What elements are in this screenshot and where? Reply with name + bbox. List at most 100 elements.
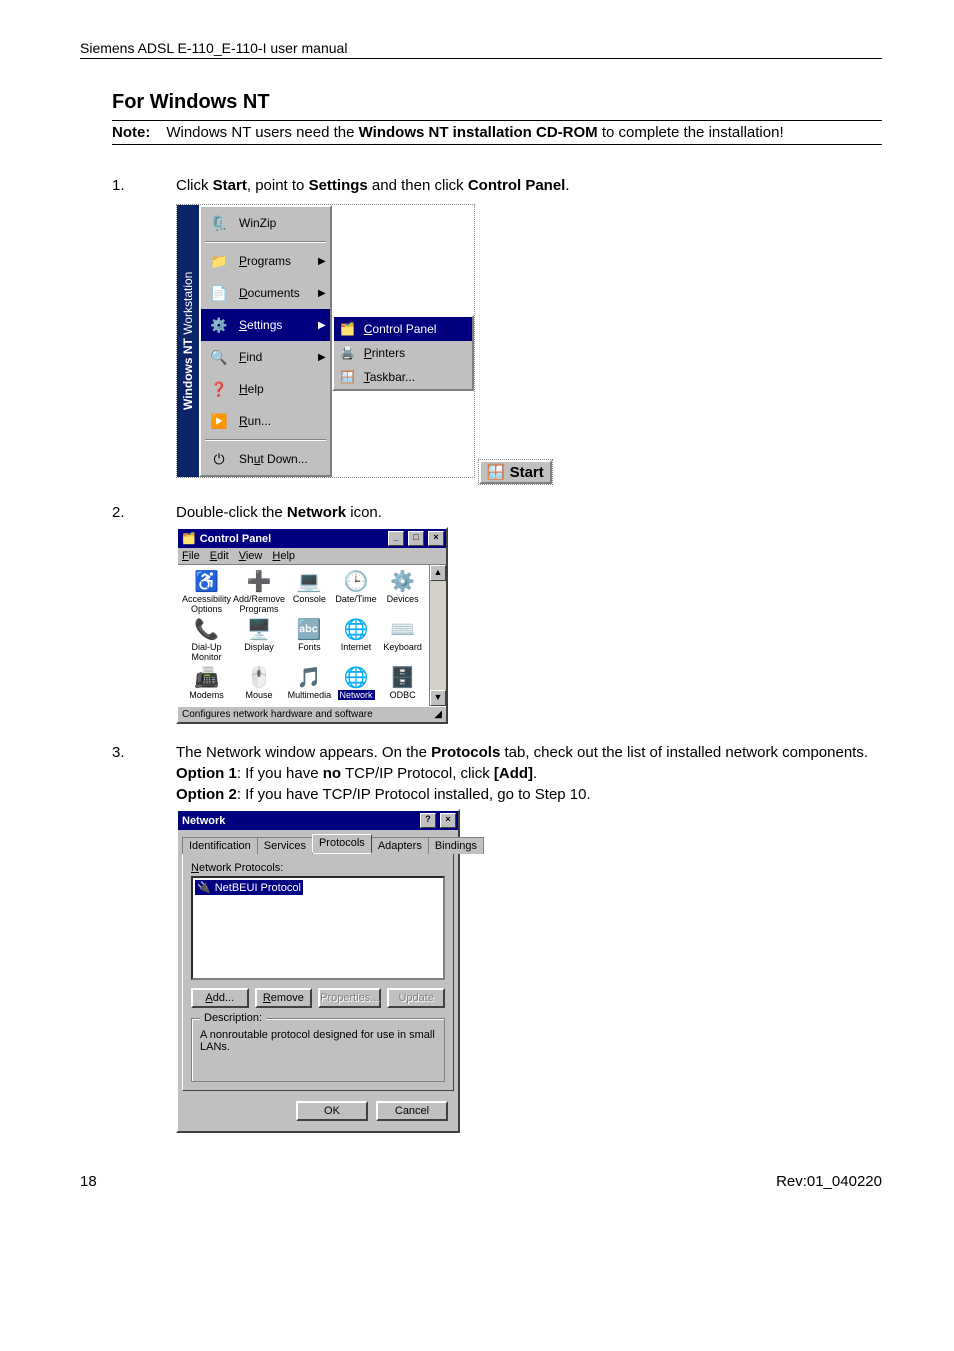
help-button[interactable]: ? [420,813,436,828]
protocols-listbox[interactable]: 🔌 NetBEUI Protocol [191,876,445,980]
step-1-text: Click Start, point to Settings and then … [176,177,882,194]
start-button[interactable]: 🪟 Start [479,460,552,484]
cp-icon-network[interactable]: 🌐Network [334,667,379,701]
page-number: 18 [80,1173,97,1190]
status-bar: Configures network hardware and software… [178,706,446,722]
status-text: Configures network hardware and software [182,709,373,720]
description-text: A nonroutable protocol designed for use … [200,1029,435,1053]
taskbar-icon: 🪟 [340,369,356,385]
cp-icon-modems[interactable]: 📠Modems [182,667,231,701]
description-group: Description: A nonroutable protocol desi… [191,1018,445,1082]
minimize-button[interactable]: _ [388,531,404,546]
tab-protocols[interactable]: Protocols [312,834,372,853]
control-panel-window: 🗂️ Control Panel _ □ × File Edit View He… [176,527,448,724]
cp-icon-devices[interactable]: ⚙️Devices [380,571,425,615]
menu-file[interactable]: File [182,550,200,562]
cp-icon-internet[interactable]: 🌐Internet [334,619,379,663]
description-label: Description: [200,1012,266,1024]
cp-glyph-icon: 🎵 [287,667,332,689]
update-button: Update [387,988,445,1008]
documents-icon: 📄 [207,281,231,305]
cp-icon-dial-up-monitor[interactable]: 📞Dial-Up Monitor [182,619,231,663]
shutdown-icon: ⏻ [207,447,231,471]
submenu-printers[interactable]: 🖨️ Printers [334,341,472,365]
note-text: Windows NT users need the Windows NT ins… [166,124,783,141]
cp-glyph-icon: 🕒 [334,571,379,593]
note-block: Note: Windows NT users need the Windows … [112,120,882,145]
find-icon: 🔍 [207,345,231,369]
start-item-documents[interactable]: 📄 Documents ▶ [201,277,330,309]
list-label: Network Protocols: [191,862,445,874]
cp-icon-display[interactable]: 🖥️Display [233,619,285,663]
network-dialog: Network ? × IdentificationServicesProtoc… [176,809,460,1133]
submenu-arrow-icon: ▶ [318,288,326,299]
cp-icon-add-remove-programs[interactable]: ➕Add/Remove Programs [233,571,285,615]
settings-submenu: 🗂️ Control Panel 🖨️ Printers 🪟 Taskbar. [332,315,474,391]
cp-glyph-icon: 🔤 [287,619,332,641]
step-3-text: The Network window appears. On the Proto… [176,744,882,761]
close-button[interactable]: × [440,813,456,828]
cancel-button[interactable]: Cancel [376,1101,448,1121]
scroll-up-button[interactable]: ▲ [430,565,446,581]
scrollbar[interactable]: ▲ ▼ [429,565,446,706]
add-button[interactable]: Add... [191,988,249,1008]
tab-bindings[interactable]: Bindings [428,837,484,854]
tab-identification[interactable]: Identification [182,837,258,854]
step-number: 1. [112,177,136,484]
menu-edit[interactable]: Edit [210,550,229,562]
step-3: 3. The Network window appears. On the Pr… [80,744,882,1133]
step-3-option1: Option 1: If you have no TCP/IP Protocol… [176,765,882,782]
cp-icon-odbc[interactable]: 🗄️ODBC [380,667,425,701]
header-title: Siemens ADSL E-110_E-110-I user manual [80,40,347,56]
start-item-settings[interactable]: ⚙️ Settings ▶ [201,309,330,341]
start-menu-figure: Windows NT Workstation 🗜️ WinZip 📁 [176,198,882,484]
titlebar: Network ? × [178,811,458,830]
scroll-down-button[interactable]: ▼ [430,690,446,706]
remove-button[interactable]: Remove [255,988,313,1008]
cp-icon-console[interactable]: 💻Console [287,571,332,615]
start-item-find[interactable]: 🔍 Find ▶ [201,341,330,373]
cp-glyph-icon: 📠 [182,667,231,689]
close-button[interactable]: × [428,531,444,546]
cp-glyph-icon: ➕ [233,571,285,593]
start-item-winzip[interactable]: 🗜️ WinZip [201,207,330,239]
submenu-taskbar[interactable]: 🪟 Taskbar... [334,365,472,389]
submenu-control-panel[interactable]: 🗂️ Control Panel [334,317,472,341]
cp-icon-accessibility-options[interactable]: ♿Accessibility Options [182,571,231,615]
help-icon: ❓ [207,377,231,401]
maximize-button[interactable]: □ [408,531,424,546]
control-panel-grid: ♿Accessibility Options➕Add/Remove Progra… [178,565,429,706]
start-item-help[interactable]: ❓ Help [201,373,330,405]
tabstrip: IdentificationServicesProtocolsAdaptersB… [178,830,458,853]
menu-help[interactable]: Help [272,550,295,562]
cp-icon-date-time[interactable]: 🕒Date/Time [334,571,379,615]
note-label: Note: [112,124,150,141]
protocol-icon: 🔌 [197,881,211,894]
menu-view[interactable]: View [239,550,263,562]
ok-button[interactable]: OK [296,1101,368,1121]
windows-logo-icon: 🪟 [487,463,506,481]
cp-icon-fonts[interactable]: 🔤Fonts [287,619,332,663]
cp-glyph-icon: ⚙️ [380,571,425,593]
cp-glyph-icon: ⌨️ [380,619,425,641]
start-item-run[interactable]: ▶️ Run... [201,405,330,437]
control-panel-icon: 🗂️ [340,321,356,337]
section-heading: For Windows NT [112,91,882,114]
start-item-programs[interactable]: 📁 Programs ▶ [201,245,330,277]
cp-icon-multimedia[interactable]: 🎵Multimedia [287,667,332,701]
step-1: 1. Click Start, point to Settings and th… [80,177,882,484]
cp-glyph-icon: ♿ [182,571,231,593]
list-item[interactable]: 🔌 NetBEUI Protocol [195,880,303,895]
cp-icon-mouse[interactable]: 🖱️Mouse [233,667,285,701]
page-footer: 18 Rev:01_040220 [80,1173,882,1190]
window-title: Control Panel [200,533,272,545]
submenu-arrow-icon: ▶ [318,320,326,331]
cp-glyph-icon: 🗄️ [380,667,425,689]
submenu-arrow-icon: ▶ [318,352,326,363]
tab-services[interactable]: Services [257,837,313,854]
cp-icon-keyboard[interactable]: ⌨️Keyboard [380,619,425,663]
cp-glyph-icon: 🌐 [334,619,379,641]
revision: Rev:01_040220 [776,1173,882,1190]
tab-adapters[interactable]: Adapters [371,837,429,854]
start-item-shutdown[interactable]: ⏻ Shut Down... [201,443,330,475]
